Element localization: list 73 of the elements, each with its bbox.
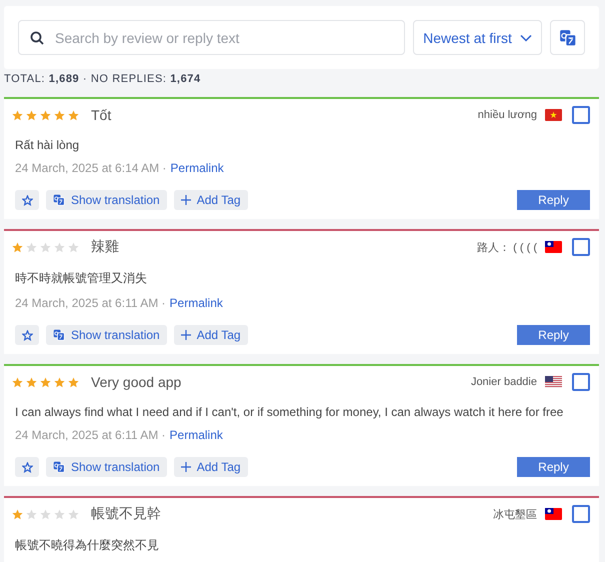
reply-button[interactable]: Reply: [517, 457, 590, 477]
translate-icon: [53, 461, 65, 473]
select-checkbox[interactable]: [572, 505, 590, 523]
review-date: 24 March, 2025 at 6:11 AM ·: [15, 428, 166, 442]
star-icon: [40, 376, 51, 388]
author-name: 路人： ( ( ( (: [477, 240, 537, 254]
plus-icon: [180, 330, 191, 340]
reply-button[interactable]: Reply: [517, 325, 590, 345]
review-title: Tốt: [91, 107, 112, 123]
flag-icon: [545, 241, 562, 253]
reply-button[interactable]: Reply: [517, 190, 590, 210]
add-tag-button[interactable]: Add Tag: [174, 190, 248, 210]
star-icon: [54, 110, 65, 120]
translate-icon: [558, 28, 576, 46]
flag-icon: [545, 508, 562, 520]
review-text: I can always find what I need and if I can't, or if something for money, I can always watch it here for free: [15, 405, 564, 419]
star-icon: [12, 110, 23, 120]
permalink-link[interactable]: Permalink: [170, 428, 223, 442]
sort-dropdown[interactable]: Newest at first: [413, 20, 542, 55]
select-checkbox[interactable]: [572, 238, 590, 256]
translate-icon: [53, 194, 65, 206]
review-title: Very good app: [91, 374, 182, 390]
review-stats: TOTAL: 1,689 · NO REPLIES: 1,674: [4, 73, 202, 87]
star-outline-icon: [22, 194, 32, 206]
star-outline-icon: [22, 462, 32, 472]
author-name: Jonier baddie: [470, 376, 537, 388]
star-icon: [54, 376, 65, 388]
star-icon: [40, 508, 51, 520]
show-translation-button[interactable]: Show translation: [46, 457, 167, 477]
star-outline-icon: [22, 330, 32, 340]
star-icon: [40, 110, 51, 120]
star-icon: [68, 110, 79, 120]
review-date: 24 March, 2025 at 6:14 AM ·: [15, 161, 166, 175]
star-icon: [12, 376, 23, 388]
translate-button[interactable]: [550, 20, 585, 55]
star-icon: [54, 242, 65, 252]
add-tag-button[interactable]: Add Tag: [174, 457, 248, 477]
flag-icon: [545, 109, 562, 121]
review-text: 時不時就帳號管理又消失: [15, 270, 148, 287]
select-checkbox[interactable]: [572, 106, 590, 124]
review-text: Rất hài lòng: [15, 138, 80, 152]
review-title: 辣雞: [91, 238, 119, 256]
star-icon: [26, 376, 37, 388]
star-icon: [68, 242, 79, 252]
star-icon: [68, 508, 79, 520]
translate-icon: [53, 329, 65, 341]
flag-icon: [545, 376, 562, 388]
review-date: 24 March, 2025 at 6:11 AM ·: [15, 296, 166, 310]
plus-icon: [180, 462, 191, 472]
show-translation-button[interactable]: Show translation: [46, 325, 167, 345]
star-icon: [26, 110, 37, 120]
author-name: 冰屯墾區: [493, 508, 537, 522]
add-tag-button[interactable]: Add Tag: [174, 325, 248, 345]
star-icon: [12, 242, 23, 252]
favorite-button[interactable]: [15, 457, 39, 477]
review-text: 帳號不曉得為什麼突然不見: [15, 537, 160, 554]
star-icon: [26, 242, 37, 252]
show-translation-button[interactable]: Show translation: [46, 190, 167, 210]
plus-icon: [180, 195, 191, 205]
favorite-button[interactable]: [15, 325, 39, 345]
favorite-button[interactable]: [15, 190, 39, 210]
review-title: 帳號不見幹: [91, 505, 161, 523]
permalink-link[interactable]: Permalink: [170, 161, 224, 175]
permalink-link[interactable]: Permalink: [170, 296, 223, 310]
select-checkbox[interactable]: [572, 373, 590, 391]
star-icon: [54, 508, 65, 520]
star-icon: [68, 376, 79, 388]
star-icon: [12, 508, 23, 520]
search-field[interactable]: Search by review or reply text: [18, 20, 405, 55]
author-name: nhiều lương: [478, 109, 537, 121]
star-icon: [26, 508, 37, 520]
star-icon: [40, 242, 51, 252]
chevron-icon: [520, 34, 532, 42]
